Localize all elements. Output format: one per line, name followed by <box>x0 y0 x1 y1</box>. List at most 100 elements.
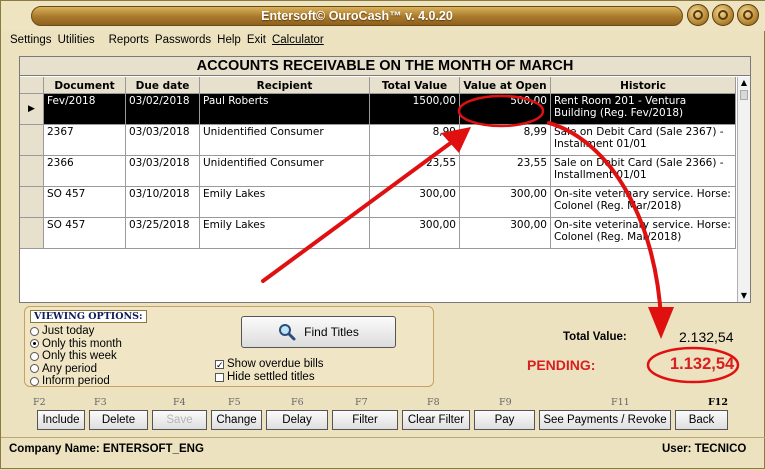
fkey-hint: F9 <box>499 397 512 408</box>
cell-document: SO 457 <box>44 187 126 217</box>
menu-reports[interactable]: Reports <box>109 34 153 50</box>
fkey-hint: F3 <box>94 397 107 408</box>
col-value-at-open[interactable]: Value at Open <box>460 77 551 93</box>
radio-dot-icon <box>30 376 39 386</box>
fkey-hint: F4 <box>173 397 186 408</box>
radio-dot-icon <box>30 326 39 336</box>
radio-label: Inform period <box>42 375 110 387</box>
menu-passwords[interactable]: Passwords <box>155 34 215 50</box>
find-titles-button[interactable]: Find Titles <box>241 316 396 348</box>
cell-due-date: 03/02/2018 <box>126 94 200 124</box>
cell-recipient: Unidentified Consumer <box>200 125 370 155</box>
accounts-table: Document Due date Recipient Total Value … <box>20 77 736 249</box>
cell-due-date: 03/10/2018 <box>126 187 200 217</box>
radio-dot-selected-icon <box>30 339 39 349</box>
menu-help[interactable]: Help <box>217 34 245 50</box>
col-due-date[interactable]: Due date <box>126 77 200 93</box>
radio-only-this-week[interactable]: Only this week <box>30 350 122 363</box>
cell-historic: On-site veterinary service. Horse: Colon… <box>551 187 736 217</box>
table-header: Document Due date Recipient Total Value … <box>20 77 736 94</box>
cell-due-date: 03/03/2018 <box>126 156 200 186</box>
cell-total-value: 300,00 <box>370 187 460 217</box>
cell-total-value: 300,00 <box>370 218 460 248</box>
menu-settings[interactable]: Settings <box>10 34 56 50</box>
change-button[interactable]: Change <box>211 410 262 430</box>
radio-only-this-month[interactable]: Only this month <box>30 338 122 351</box>
menu-bar: Settings Utilities Reports Passwords Hel… <box>1 34 765 50</box>
col-historic[interactable]: Historic <box>551 77 736 93</box>
cell-due-date: 03/03/2018 <box>126 125 200 155</box>
col-recipient[interactable]: Recipient <box>200 77 370 93</box>
row-indicator-header <box>20 77 44 93</box>
row-indicator <box>20 187 44 217</box>
cell-total-value: 8,99 <box>370 125 460 155</box>
radio-dot-icon <box>30 364 39 374</box>
fkey-hint: F8 <box>427 397 440 408</box>
cell-historic: Rent Room 201 - Ventura Building (Reg. F… <box>551 94 736 124</box>
back-button[interactable]: Back <box>675 410 728 430</box>
radio-any-period[interactable]: Any period <box>30 363 122 376</box>
radio-inform-period[interactable]: Inform period <box>30 375 122 388</box>
cell-value-at-open: 300,00 <box>460 187 551 217</box>
maximize-button[interactable] <box>712 4 734 26</box>
delay-button[interactable]: Delay <box>266 410 328 430</box>
total-value: 2.132,54 <box>679 329 734 345</box>
col-total-value[interactable]: Total Value <box>370 77 460 93</box>
cell-historic: Sale on Debit Card (Sale 2367) - Install… <box>551 125 736 155</box>
row-pointer-icon: ▶ <box>20 94 44 124</box>
vertical-scrollbar[interactable]: ▲ ▼ <box>737 77 750 302</box>
status-bar: Company Name: ENTERSOFT_ENG User: TECNIC… <box>1 437 765 457</box>
fkey-hint: F11 <box>611 397 630 408</box>
menu-exit[interactable]: Exit <box>247 34 270 50</box>
function-key-hints: F2 F3 F4 F5 F6 F7 F8 F9 F11 F12 <box>33 397 753 409</box>
pending-value: 1.132,54 <box>670 355 735 373</box>
scroll-down-icon[interactable]: ▼ <box>738 290 750 302</box>
viewing-options-panel: VIEWING OPTIONS: Just today Only this mo… <box>24 306 434 387</box>
total-value-label: Total Value: <box>563 331 627 343</box>
row-indicator <box>20 125 44 155</box>
row-indicator <box>20 156 44 186</box>
radio-dot-icon <box>30 351 39 361</box>
show-overdue-checkbox[interactable]: ✓ Show overdue bills <box>215 358 324 371</box>
cell-total-value: 1500,00 <box>370 94 460 124</box>
menu-calculator[interactable]: Calculator <box>272 34 328 50</box>
cell-value-at-open: 8,99 <box>460 125 551 155</box>
radio-label: Just today <box>42 325 95 337</box>
filter-button[interactable]: Filter <box>332 410 398 430</box>
save-button[interactable]: Save <box>152 410 207 430</box>
minimize-button[interactable] <box>687 4 709 26</box>
fkey-hint: F12 <box>708 397 728 408</box>
close-button[interactable] <box>737 4 759 26</box>
magnifier-icon <box>279 324 296 341</box>
pay-button[interactable]: Pay <box>474 410 535 430</box>
cell-value-at-open: 300,00 <box>460 218 551 248</box>
cell-value-at-open: 23,55 <box>460 156 551 186</box>
checkbox-label: Show overdue bills <box>227 358 324 370</box>
cell-historic: Sale on Debit Card (Sale 2366) - Install… <box>551 156 736 186</box>
see-payments-revoke-button[interactable]: See Payments / Revoke <box>539 410 671 430</box>
delete-button[interactable]: Delete <box>89 410 148 430</box>
table-row[interactable]: SO 457 03/10/2018 Emily Lakes 300,00 300… <box>20 187 736 218</box>
menu-utilities[interactable]: Utilities <box>58 34 99 50</box>
scroll-thumb[interactable] <box>740 90 748 100</box>
minimize-icon <box>693 10 703 20</box>
clear-filter-button[interactable]: Clear Filter <box>402 410 470 430</box>
radio-just-today[interactable]: Just today <box>30 325 122 338</box>
title-bar: Entersoft© OuroCash™ v. 4.0.20 <box>1 1 765 31</box>
table-row[interactable]: ▶ Fev/2018 03/02/2018 Paul Roberts 1500,… <box>20 94 736 125</box>
app-window: Entersoft© OuroCash™ v. 4.0.20 Settings … <box>0 0 765 469</box>
cell-recipient: Emily Lakes <box>200 218 370 248</box>
pending-label: PENDING: <box>527 357 596 373</box>
table-row[interactable]: 2366 03/03/2018 Unidentified Consumer 23… <box>20 156 736 187</box>
col-document[interactable]: Document <box>44 77 126 93</box>
scroll-up-icon[interactable]: ▲ <box>738 77 750 89</box>
fkey-hint: F6 <box>291 397 304 408</box>
table-row[interactable]: SO 457 03/25/2018 Emily Lakes 300,00 300… <box>20 218 736 249</box>
hide-settled-checkbox[interactable]: Hide settled titles <box>215 371 324 384</box>
checkbox-label: Hide settled titles <box>227 371 315 383</box>
window-title-pill: Entersoft© OuroCash™ v. 4.0.20 <box>31 6 683 26</box>
cell-document: SO 457 <box>44 218 126 248</box>
include-button[interactable]: Include <box>37 410 85 430</box>
table-row[interactable]: 2367 03/03/2018 Unidentified Consumer 8,… <box>20 125 736 156</box>
fkey-hint: F2 <box>33 397 46 408</box>
